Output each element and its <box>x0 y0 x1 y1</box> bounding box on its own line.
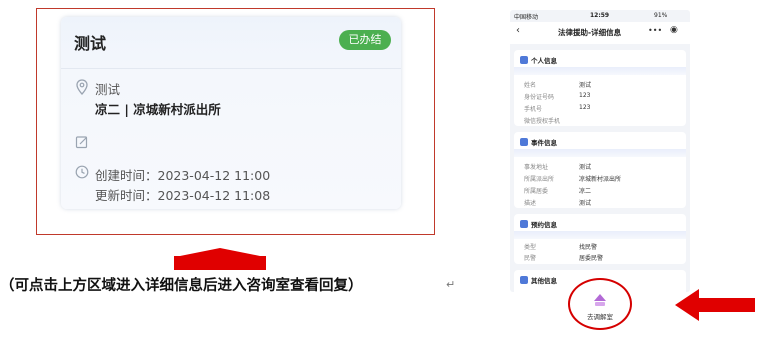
section-wave <box>514 149 686 157</box>
document-icon <box>520 138 528 146</box>
location-pin-icon <box>76 79 88 95</box>
paragraph-mark: ↵ <box>446 278 456 291</box>
section-event-info: 事件信息 事发地址 测试 所属派出所 凉城新村派出所 所属居委 凉二 描述 测试 <box>514 132 686 208</box>
section-title: 事件信息 <box>531 139 557 147</box>
row: 身份证号码 123 <box>524 92 591 101</box>
carrier-label: 中国移动 <box>514 14 539 21</box>
highlight-circle <box>568 278 632 330</box>
calendar-icon <box>520 220 528 228</box>
row: 姓名 测试 <box>524 82 592 89</box>
divider <box>61 68 401 69</box>
clock-icon <box>75 165 89 179</box>
nav-bar: ‹ 法律援助-详细信息 ••• ◉ <box>510 22 690 44</box>
row: 所属居委 凉二 <box>524 188 592 195</box>
more-icon[interactable]: ••• <box>648 26 662 35</box>
row: 类型 找民警 <box>524 244 598 251</box>
updated-time: 更新时间：2023-04-12 11:08 <box>95 188 271 203</box>
edit-icon <box>75 136 88 149</box>
section-title: 预约信息 <box>531 221 557 229</box>
person-icon <box>520 56 528 64</box>
created-time: 创建时间：2023-04-12 11:00 <box>95 168 271 183</box>
highlight-frame: 测试 已办结 测试 凉二 | 凉城新村派出所 创建时间：2023-04-12 1… <box>36 8 435 235</box>
item-name: 测试 <box>95 82 121 97</box>
location-text: 凉二 | 凉城新村派出所 <box>95 102 221 117</box>
row: 民警 居委民警 <box>524 255 604 262</box>
left-arrow-icon <box>675 289 755 321</box>
section-title: 其他信息 <box>531 277 557 285</box>
row: 描述 测试 <box>524 200 592 207</box>
status-bar: 中国移动 12:59 91% <box>510 10 690 22</box>
info-icon <box>520 276 528 284</box>
row: 微信授权手机 <box>524 118 561 125</box>
nav-title: 法律援助-详细信息 <box>558 28 622 37</box>
case-card[interactable]: 测试 已办结 测试 凉二 | 凉城新村派出所 创建时间：2023-04-12 1… <box>61 17 401 209</box>
row: 事发地址 测试 <box>524 164 592 171</box>
status-badge: 已办结 <box>339 30 391 50</box>
section-title: 个人信息 <box>531 57 557 65</box>
row: 手机号 123 <box>524 104 591 113</box>
section-personal-info: 个人信息 姓名 测试 身份证号码 123 手机号 123 微信授权手机 <box>514 50 686 126</box>
back-chevron-icon[interactable]: ‹ <box>516 25 520 36</box>
section-wave <box>514 67 686 75</box>
clock-label: 12:59 <box>590 12 610 19</box>
card-title: 测试 <box>74 34 107 53</box>
instruction-caption: （可点击上方区域进入详细信息后进入咨询室查看回复） <box>0 277 363 294</box>
row: 所属派出所 凉城新村派出所 <box>524 176 622 183</box>
target-icon[interactable]: ◉ <box>670 25 678 35</box>
up-arrow-icon <box>174 248 266 270</box>
section-appointment-info: 预约信息 类型 找民警 民警 居委民警 <box>514 214 686 264</box>
phone-screenshot: 中国移动 12:59 91% ‹ 法律援助-详细信息 ••• ◉ 个人信息 姓名… <box>510 10 690 292</box>
section-wave <box>514 231 686 239</box>
battery-label: 91% <box>654 12 668 19</box>
